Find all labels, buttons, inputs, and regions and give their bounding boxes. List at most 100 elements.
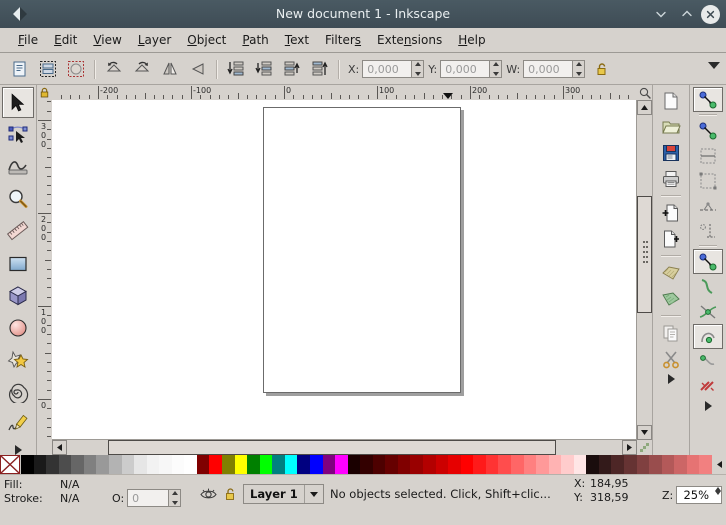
palette-swatch[interactable] [196,455,210,474]
open-document-button[interactable] [657,114,685,140]
palette-swatch[interactable] [121,455,135,474]
node-tool[interactable] [2,119,34,150]
y-field-spinner[interactable] [489,61,502,77]
palette-swatch[interactable] [473,455,486,474]
opacity-spinner[interactable] [168,490,181,506]
palette-swatch[interactable] [649,455,662,474]
palette-swatch[interactable] [410,455,423,474]
menu-text[interactable]: Text [277,31,317,49]
vertical-ruler[interactable]: 3002001000 [37,100,53,440]
menu-view[interactable]: View [85,31,129,49]
scroll-left-button[interactable] [52,440,67,455]
menu-edit[interactable]: Edit [46,31,85,49]
cut-button[interactable] [657,346,685,372]
palette-swatch[interactable] [184,455,197,474]
palette-swatch[interactable] [661,455,675,474]
new-document-button[interactable] [657,88,685,114]
palette-swatch[interactable] [71,455,84,474]
x-field[interactable] [362,60,425,78]
flip-vertical-icon[interactable] [185,57,211,82]
undo-button[interactable] [657,260,685,286]
w-field[interactable] [523,60,586,78]
scroll-down-button[interactable] [637,425,652,440]
menu-path[interactable]: Path [234,31,276,49]
scroll-up-button[interactable] [637,100,652,115]
palette-swatch[interactable] [699,455,712,474]
palette-swatch[interactable] [485,455,499,474]
zoom-tool[interactable] [2,184,34,215]
palette-swatch[interactable] [146,455,160,474]
palette-swatch[interactable] [498,455,511,474]
palette-swatch[interactable] [209,455,222,474]
layer-visibility-eye-icon[interactable] [200,487,217,505]
toolbar-overflow-chevron-down-icon[interactable] [708,62,720,69]
palette-swatch[interactable] [573,455,587,474]
palette-swatch[interactable] [83,455,97,474]
snap-nodes-paths-button[interactable] [693,249,723,274]
redo-button[interactable] [657,286,685,312]
horizontal-scroll-thumb[interactable] [108,440,556,455]
menu-help[interactable]: Help [450,31,493,49]
select-all-icon[interactable] [7,57,33,82]
palette-swatch[interactable] [448,455,461,474]
layer-lock-open-icon[interactable] [224,487,238,505]
close-button[interactable] [701,4,720,24]
rotate-cw-icon[interactable] [129,57,155,82]
palette-swatch[interactable] [284,455,298,474]
palette-swatch[interactable] [586,455,599,474]
palette-swatch[interactable] [674,455,687,474]
document-page[interactable] [263,107,461,393]
palette-swatch[interactable] [335,455,348,474]
no-color-swatch[interactable] [0,455,21,474]
palette-swatch[interactable] [108,455,122,474]
fill-value[interactable]: N/A [60,478,108,492]
palette-swatch[interactable] [561,455,574,474]
palette-swatch[interactable] [435,455,449,474]
x-field-input[interactable] [363,61,412,77]
y-field-input[interactable] [441,61,490,77]
menu-layer[interactable]: Layer [130,31,179,49]
ellipse-tool[interactable] [2,312,34,343]
palette-swatch[interactable] [360,455,373,474]
pencil-tool[interactable] [2,409,34,440]
palette-swatch[interactable] [460,455,474,474]
menu-filters[interactable]: Filters [317,31,369,49]
palette-swatch[interactable] [297,455,310,474]
palette-swatch[interactable] [347,455,361,474]
palette-swatch[interactable] [96,455,109,474]
snap-paths-button[interactable] [693,274,723,299]
palette-scroll-triangle-left-icon[interactable] [712,455,726,474]
menu-file[interactable]: File [10,31,46,49]
vertical-scroll-thumb[interactable] [637,196,652,313]
palette-swatch[interactable] [58,455,72,474]
canvas-corner-resize-grip-icon[interactable] [637,440,652,455]
star-tool[interactable] [2,345,34,376]
snap-bbox-edges-button[interactable] [693,143,723,168]
palette-swatch[interactable] [21,455,34,474]
snapbar-overflow-triangle-right-icon[interactable] [704,401,712,411]
palette-swatch[interactable] [234,455,248,474]
raise-to-top-icon[interactable] [307,57,333,82]
selector-tool[interactable] [2,87,34,119]
palette-swatch[interactable] [33,455,47,474]
palette-swatch[interactable] [536,455,549,474]
palette-swatch[interactable] [272,455,285,474]
horizontal-ruler[interactable]: -200 -100 0 100 200 300 [52,85,637,101]
copy-button[interactable] [657,320,685,346]
export-button[interactable] [657,226,685,252]
palette-swatch[interactable] [322,455,336,474]
snap-midpoints-button[interactable] [693,374,723,399]
rectangle-tool[interactable] [2,248,34,279]
palette-swatch[interactable] [309,455,323,474]
vertical-scrollbar[interactable] [636,100,652,440]
w-field-input[interactable] [524,61,573,77]
opacity-field[interactable] [127,489,182,507]
zoom-value[interactable]: 25% [677,487,716,503]
snap-bbox-centers-button[interactable] [693,218,723,243]
stroke-value[interactable]: N/A [60,492,108,506]
palette-swatch[interactable] [686,455,700,474]
palette-swatch[interactable] [372,455,386,474]
palette-swatch[interactable] [134,455,147,474]
palette-swatch[interactable] [385,455,398,474]
print-document-button[interactable] [657,166,685,192]
